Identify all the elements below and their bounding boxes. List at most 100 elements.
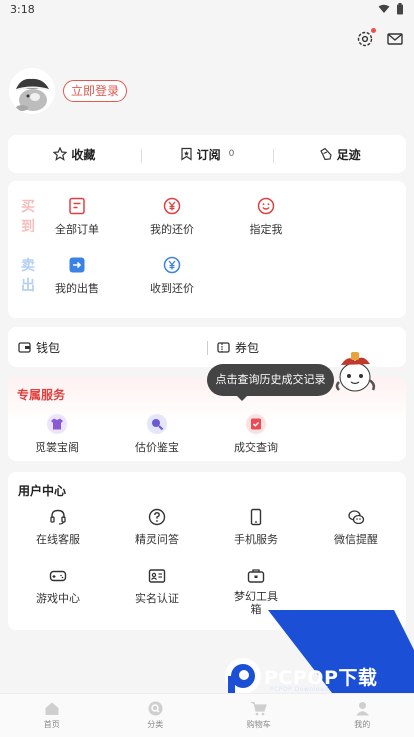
all-orders-label: 全部订单 xyxy=(55,223,99,236)
appraisal-button[interactable]: 估价鉴宝 xyxy=(122,414,192,455)
favorites-label: 收藏 xyxy=(71,147,96,162)
assigned-to-me-label: 指定我 xyxy=(249,223,283,236)
faq-button[interactable]: 精灵问答 xyxy=(117,508,197,547)
tab-category-label: 分类 xyxy=(147,720,164,729)
appraisal-icon-bg xyxy=(147,414,167,434)
gamepad-icon xyxy=(49,570,67,582)
profile-header: 立即登录 xyxy=(9,68,128,114)
subscriptions-tab[interactable]: 订阅 0 xyxy=(140,146,274,163)
battery-icon xyxy=(397,3,403,15)
bottom-tab-bar: 首页 分类 购物车 我的 xyxy=(0,693,414,737)
user-center-card: 用户中心 在线客服 精灵问答 手机服务 微信提醒 游戏中心 实名认证 梦幻工具箱 xyxy=(8,472,406,630)
status-time: 3:18 xyxy=(10,3,35,16)
toolbox-label: 梦幻工具箱 xyxy=(234,590,278,616)
footprint-icon xyxy=(319,147,332,161)
received-counteroffers-button[interactable]: 收到还价 xyxy=(137,256,207,296)
assigned-to-me-button[interactable]: 指定我 xyxy=(231,197,301,237)
tab-cart[interactable]: 购物车 xyxy=(207,694,311,737)
user-icon xyxy=(355,702,369,716)
buy-section-label: 买到 xyxy=(21,199,35,235)
tab-category[interactable]: 分类 xyxy=(104,694,208,737)
my-sales-label: 我的出售 xyxy=(55,282,99,295)
default-avatar-icon xyxy=(9,68,55,114)
wallet-icon xyxy=(18,341,31,353)
online-support-button[interactable]: 在线客服 xyxy=(18,508,98,547)
treasure-pavilion-button[interactable]: 觅裳宝阁 xyxy=(22,414,92,455)
checklist-icon xyxy=(251,418,261,430)
phone-service-button[interactable]: 手机服务 xyxy=(216,508,296,547)
tab-me-label: 我的 xyxy=(354,720,371,729)
treasure-pavilion-icon-bg xyxy=(47,414,67,434)
favorites-tab[interactable]: 收藏 xyxy=(8,146,141,163)
transaction-query-icon-bg xyxy=(246,414,266,434)
user-center-title: 用户中心 xyxy=(18,484,67,498)
sell-section-label: 卖出 xyxy=(21,258,35,294)
footprints-tab[interactable]: 足迹 xyxy=(273,146,406,163)
status-bar: 3:18 xyxy=(0,0,414,20)
mascot-icon xyxy=(335,352,376,392)
game-center-button[interactable]: 游戏中心 xyxy=(18,567,98,606)
id-card-icon xyxy=(148,569,166,583)
online-support-label: 在线客服 xyxy=(36,533,80,546)
avatar[interactable] xyxy=(9,68,55,114)
headset-icon xyxy=(50,509,66,525)
transaction-history-tooltip[interactable]: 点击查询历史成交记录 xyxy=(207,364,334,401)
top-actions xyxy=(356,28,404,48)
cart-icon xyxy=(251,701,268,716)
wechat-icon xyxy=(348,510,365,525)
coupons-label: 券包 xyxy=(235,340,260,355)
bookmark-icon xyxy=(181,147,192,161)
tab-home[interactable]: 首页 xyxy=(0,694,104,737)
shirt-icon xyxy=(51,418,63,430)
phone-service-label: 手机服务 xyxy=(234,533,278,546)
wallet-label: 钱包 xyxy=(36,340,61,355)
faq-label: 精灵问答 xyxy=(135,533,179,546)
wallet-button[interactable]: 钱包 xyxy=(8,339,207,356)
appraisal-label: 估价鉴宝 xyxy=(135,441,179,454)
toolbox-button[interactable]: 梦幻工具箱 xyxy=(216,567,296,616)
settings-button[interactable] xyxy=(356,28,376,48)
magnifier-icon xyxy=(152,419,164,431)
transaction-query-label: 成交查询 xyxy=(234,441,278,454)
received-counteroffers-label: 收到还价 xyxy=(150,282,194,295)
notification-dot xyxy=(371,28,376,33)
transaction-query-button[interactable]: 成交查询 xyxy=(221,414,291,455)
my-counteroffers-label: 我的还价 xyxy=(150,223,194,236)
system-icons xyxy=(378,3,404,15)
quick-tabs: 收藏 订阅 0 足迹 xyxy=(8,135,406,173)
wechat-reminder-label: 微信提醒 xyxy=(334,533,378,546)
exclusive-services-title: 专属服务 xyxy=(17,388,66,402)
phone-icon xyxy=(250,508,262,526)
login-button[interactable]: 立即登录 xyxy=(63,80,128,102)
question-icon xyxy=(148,508,166,526)
real-name-auth-label: 实名认证 xyxy=(135,592,179,605)
my-sales-button[interactable]: 我的出售 xyxy=(42,256,112,296)
tab-me[interactable]: 我的 xyxy=(311,694,414,737)
star-icon xyxy=(53,147,68,161)
yen-coin-icon xyxy=(163,256,181,274)
treasure-pavilion-label: 觅裳宝阁 xyxy=(35,441,79,454)
wechat-reminder-button[interactable]: 微信提醒 xyxy=(316,508,396,547)
export-icon xyxy=(69,257,85,273)
orders-card: 买到 卖出 全部订单 我的还价 指定我 我的出售 收到还价 xyxy=(8,181,406,318)
category-search-icon xyxy=(148,701,163,716)
footprints-label: 足迹 xyxy=(336,147,361,162)
tab-cart-label: 购物车 xyxy=(246,720,271,729)
home-icon xyxy=(45,702,59,715)
all-orders-button[interactable]: 全部订单 xyxy=(42,197,112,237)
real-name-auth-button[interactable]: 实名认证 xyxy=(117,567,197,606)
watermark-text: PCPOP下载 xyxy=(264,667,378,689)
order-list-icon xyxy=(69,197,85,215)
tab-home-label: 首页 xyxy=(43,720,60,729)
wifi-icon xyxy=(378,4,390,13)
game-center-label: 游戏中心 xyxy=(36,592,80,605)
yen-coin-icon xyxy=(163,197,181,215)
messages-button[interactable] xyxy=(386,30,404,48)
toolbox-icon xyxy=(247,569,265,583)
subscriptions-count: 0 xyxy=(228,149,235,159)
coupon-icon xyxy=(217,341,230,353)
smiley-icon xyxy=(257,197,275,215)
subscriptions-label: 订阅 xyxy=(196,147,221,162)
watermark-subtext: PCPOP Download xyxy=(270,686,329,693)
my-counteroffers-button[interactable]: 我的还价 xyxy=(137,197,207,237)
